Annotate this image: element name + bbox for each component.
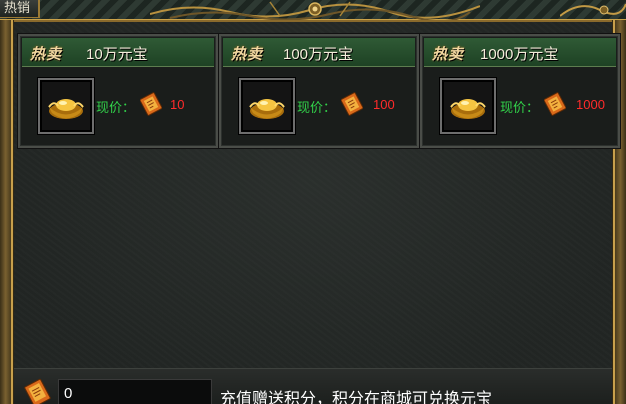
voucher-ticket-icon <box>24 378 51 404</box>
hot-tag: 热卖 <box>30 45 63 63</box>
hot-tag: 热卖 <box>231 45 264 63</box>
recharge-notice: 充值赠送积分，积分在商城可兑换元宝 <box>220 391 493 404</box>
card-header: 热卖 100万元宝 <box>223 38 415 67</box>
left-frame-border <box>0 20 14 404</box>
price-label: 现价： <box>96 100 136 115</box>
item-slot[interactable] <box>440 78 496 134</box>
top-banner: 热销 <box>0 0 626 22</box>
gold-ingot-icon <box>450 99 486 119</box>
price-label: 现价： <box>297 100 337 115</box>
price-value: 1000 <box>576 97 605 112</box>
item-slot[interactable] <box>239 78 295 134</box>
price-value: 10 <box>170 97 185 112</box>
price-value: 100 <box>373 97 395 112</box>
product-card-3[interactable]: 热卖 1000万元宝 现价： 1000 <box>420 34 620 148</box>
hot-sales-panel: 热销 热卖 10万元宝 现价： 10 热卖 100万元宝 现价： 100 热卖 … <box>0 0 626 404</box>
product-title: 1000万元宝 <box>480 46 559 63</box>
corner-ornament-icon <box>560 3 626 17</box>
price-label: 现价： <box>500 100 540 115</box>
product-card-1[interactable]: 热卖 10万元宝 现价： 10 <box>18 34 218 148</box>
card-header: 热卖 1000万元宝 <box>424 38 616 67</box>
points-balance-field <box>58 379 212 404</box>
points-balance-value: 0 <box>64 385 73 402</box>
tab-hot-sales[interactable]: 热销 <box>0 0 41 18</box>
gold-ingot-icon <box>249 99 285 119</box>
voucher-ticket-icon <box>544 92 566 116</box>
hot-tag: 热卖 <box>432 45 465 63</box>
product-card-2[interactable]: 热卖 100万元宝 现价： 100 <box>219 34 419 148</box>
product-title: 10万元宝 <box>86 46 148 63</box>
item-slot[interactable] <box>38 78 94 134</box>
voucher-ticket-icon <box>140 92 162 116</box>
dragon-ornament-icon <box>150 1 480 20</box>
product-title: 100万元宝 <box>283 46 354 63</box>
voucher-ticket-icon <box>341 92 363 116</box>
gold-ingot-icon <box>48 99 84 119</box>
card-header: 热卖 10万元宝 <box>22 38 214 67</box>
